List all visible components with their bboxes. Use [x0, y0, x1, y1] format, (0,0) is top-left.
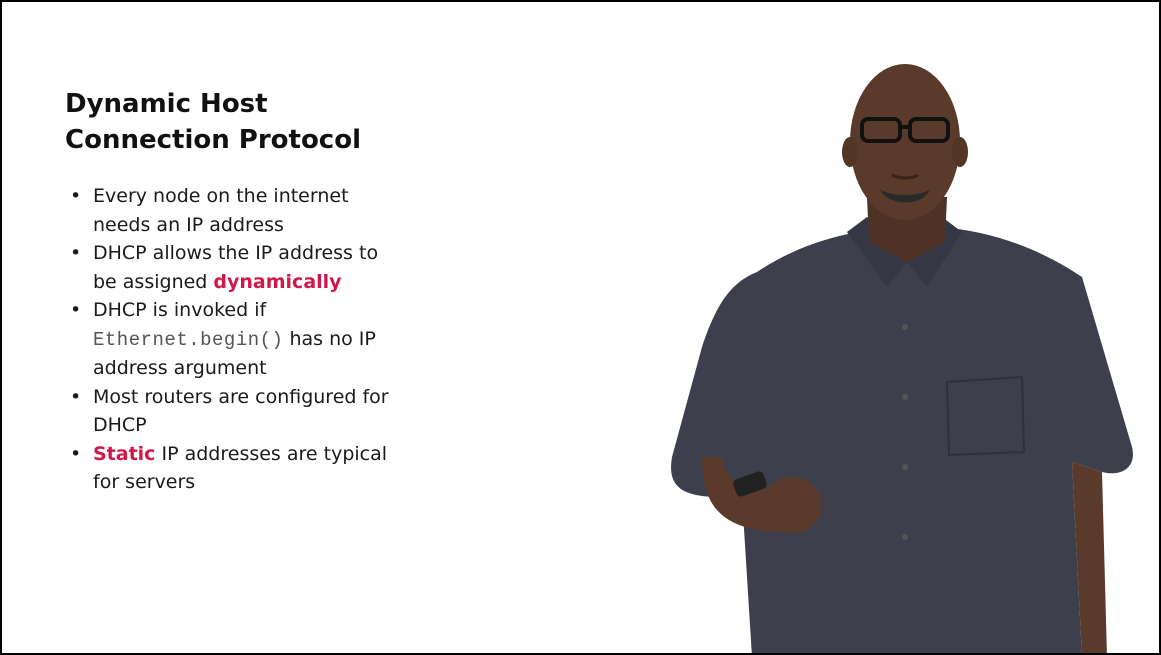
bullet-text: DHCP is invoked if	[93, 299, 267, 321]
bullet-item: DHCP allows the IP address to be assigne…	[65, 239, 405, 296]
video-frame: Dynamic Host Connection Protocol Every n…	[2, 2, 1159, 653]
bullet-item: Every node on the internet needs an IP a…	[65, 182, 405, 239]
presenter-figure	[662, 57, 1142, 653]
bullet-text: Most routers are configured for DHCP	[93, 385, 389, 437]
slide-title-line-2: Connection Protocol	[65, 125, 361, 155]
highlight-text: Static	[93, 442, 156, 465]
code-snippet: Ethernet.begin()	[93, 328, 284, 351]
slide-title-line-1: Dynamic Host	[65, 89, 268, 119]
highlight-text: dynamically	[213, 270, 342, 293]
bullet-list: Every node on the internet needs an IP a…	[65, 182, 405, 497]
bullet-item: Most routers are configured for DHCP	[65, 383, 405, 440]
presenter-illustration	[671, 64, 1133, 653]
slide-title: Dynamic Host Connection Protocol	[65, 86, 425, 158]
bullet-item: Static IP addresses are typical for serv…	[65, 440, 405, 497]
bullet-text: Every node on the internet needs an IP a…	[93, 185, 349, 236]
bullet-item: DHCP is invoked if Ethernet.begin() has …	[65, 296, 405, 383]
